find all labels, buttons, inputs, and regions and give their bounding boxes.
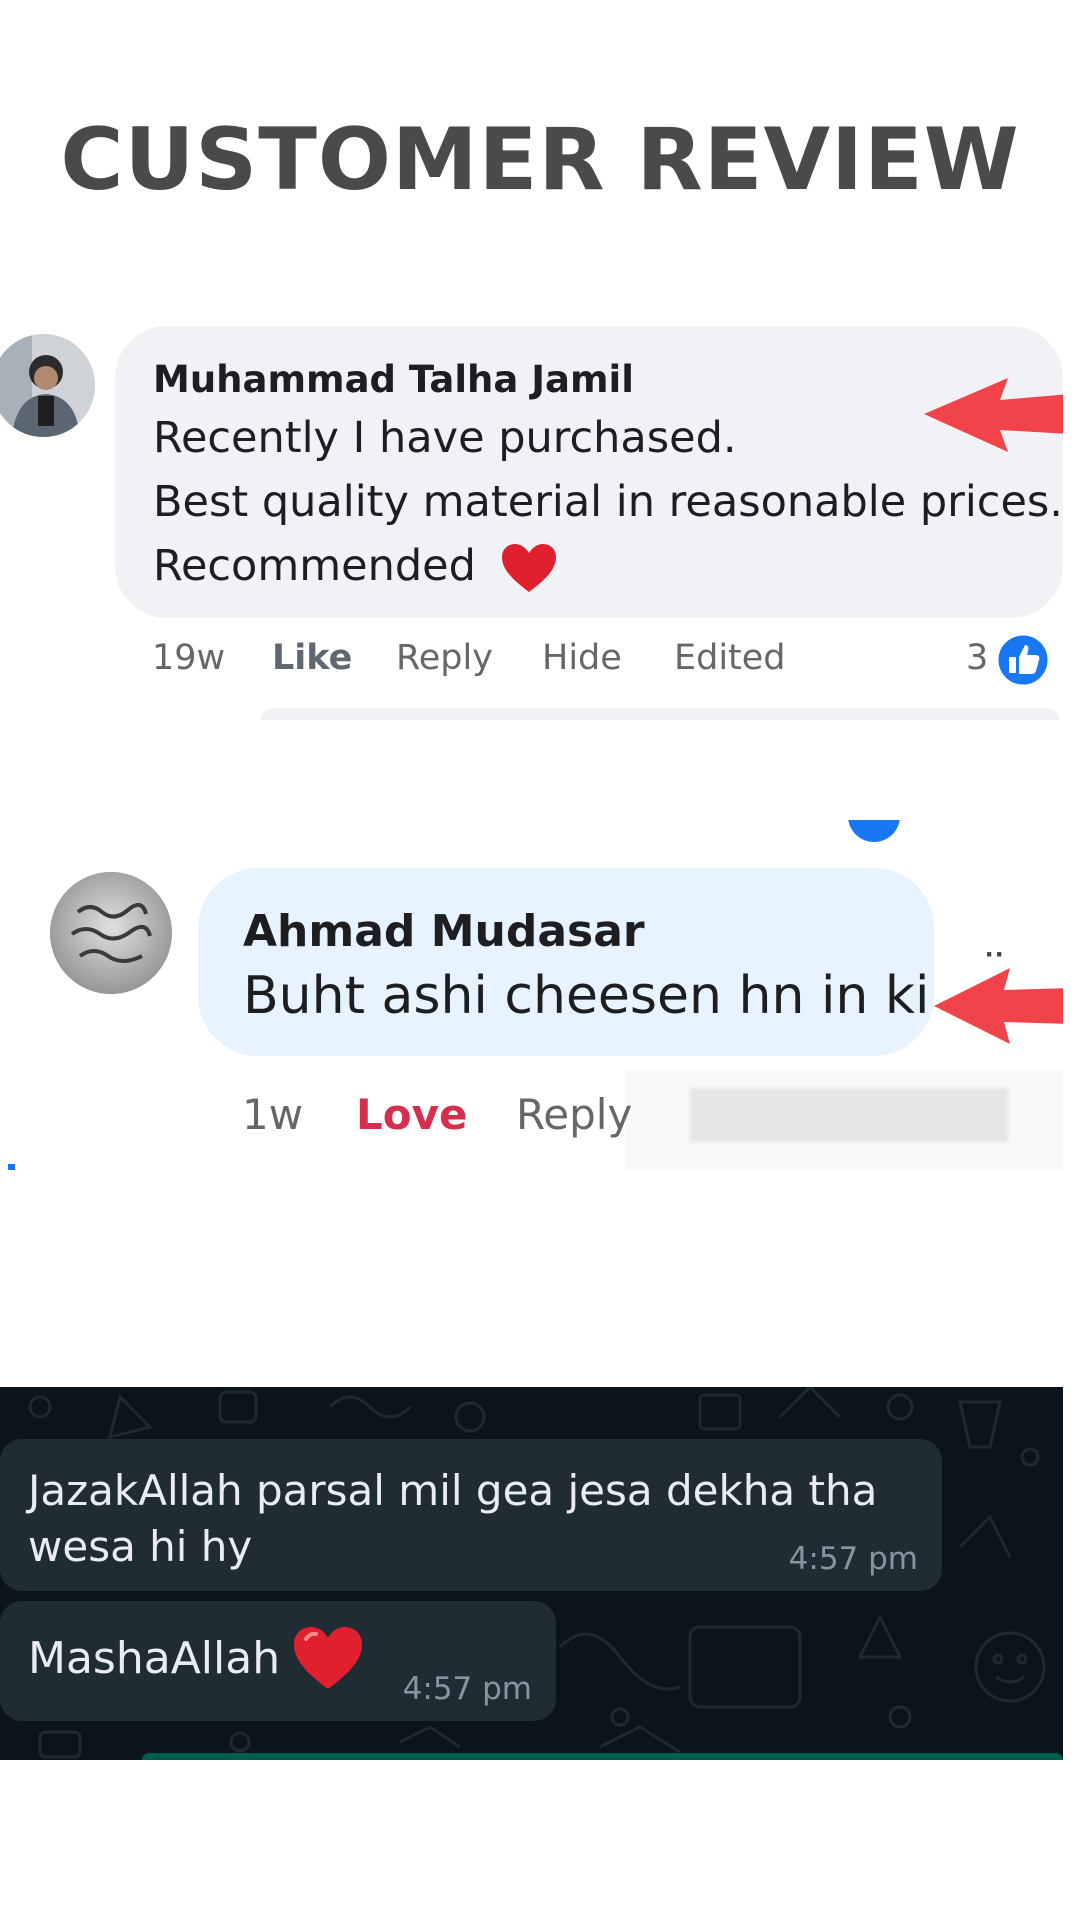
comment-time: 19w bbox=[152, 638, 226, 678]
like-button[interactable]: Like bbox=[272, 638, 352, 678]
avatar[interactable] bbox=[50, 872, 172, 994]
review-card-1: Muhammad Talha Jamil Recently I have pur… bbox=[0, 300, 1063, 720]
comment-line: Recommended bbox=[153, 534, 1063, 598]
avatar[interactable] bbox=[0, 334, 95, 437]
blurred-area bbox=[690, 1088, 1008, 1142]
chat-message[interactable]: JazakAllah parsal mil gea jesa dekha tha… bbox=[0, 1439, 942, 1591]
hide-button[interactable]: Hide bbox=[542, 638, 622, 678]
next-message-edge bbox=[142, 1753, 1063, 1760]
comment-time: 1w bbox=[242, 1090, 304, 1139]
like-reaction-icon bbox=[995, 632, 1051, 688]
chat-message[interactable]: MashaAllah 4:57 pm bbox=[0, 1601, 556, 1721]
red-arrow-icon bbox=[934, 968, 1063, 1044]
chat-screenshot: JazakAllah parsal mil gea jesa dekha tha… bbox=[0, 1387, 1063, 1760]
comment-actions: 19w Like Reply Hide Edited bbox=[152, 638, 1062, 688]
heart-icon bbox=[501, 544, 556, 592]
message-text: MashaAllah bbox=[28, 1633, 281, 1684]
comment-text: Buht ashi cheesen hn in ki bbox=[243, 966, 930, 1026]
comment-author[interactable]: Muhammad Talha Jamil bbox=[153, 358, 634, 401]
reply-button[interactable]: Reply bbox=[396, 638, 493, 678]
heart-icon bbox=[294, 1627, 362, 1689]
edited-label: Edited bbox=[674, 638, 786, 678]
reaction-dot bbox=[848, 820, 900, 842]
message-time: 4:57 pm bbox=[788, 1541, 918, 1577]
next-comment-edge bbox=[260, 708, 1060, 720]
love-button[interactable]: Love bbox=[356, 1090, 467, 1139]
review-card-2: Ahmad Mudasar Buht ashi cheesen hn in ki… bbox=[0, 820, 1063, 1170]
message-time: 4:57 pm bbox=[402, 1671, 532, 1707]
page-title: CUSTOMER REVIEW bbox=[60, 110, 1020, 210]
divider bbox=[8, 1164, 15, 1170]
red-arrow-icon bbox=[924, 378, 1063, 452]
comment-author[interactable]: Ahmad Mudasar bbox=[243, 906, 645, 957]
comment-line: Best quality material in reasonable pric… bbox=[153, 477, 1063, 527]
reply-button[interactable]: Reply bbox=[516, 1090, 632, 1139]
message-text: JazakAllah parsal mil gea jesa dekha tha… bbox=[28, 1466, 878, 1571]
reaction-count[interactable]: 3 bbox=[966, 638, 988, 678]
comment-bubble: Ahmad Mudasar Buht ashi cheesen hn in ki bbox=[198, 868, 934, 1056]
